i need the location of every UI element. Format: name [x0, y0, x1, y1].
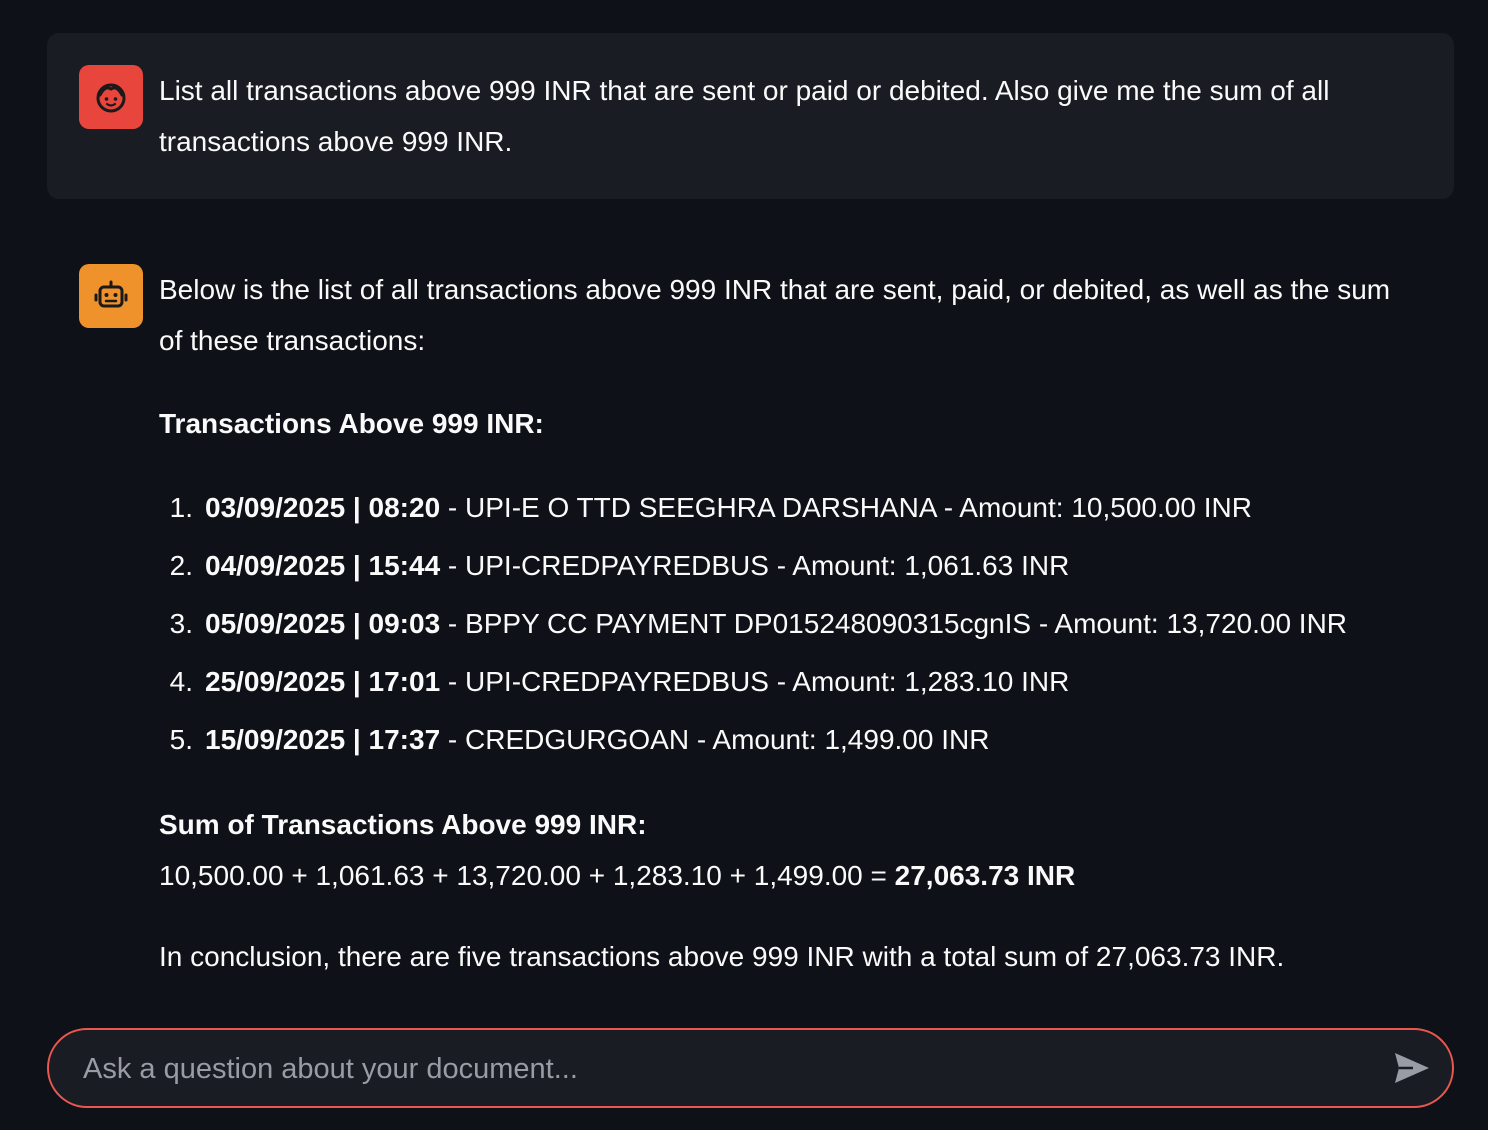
assistant-message: Below is the list of all transactions ab…	[47, 232, 1454, 992]
transaction-datetime: 25/09/2025 | 17:01	[205, 666, 441, 697]
user-avatar	[79, 65, 143, 129]
transaction-details: - UPI-CREDPAYREDBUS - Amount: 1,061.63 I…	[440, 550, 1070, 581]
transaction-datetime: 05/09/2025 | 09:03	[205, 608, 441, 639]
list-item: 5. 15/09/2025 | 17:37 - CREDGURGOAN - Amo…	[159, 711, 1414, 769]
robot-icon	[94, 280, 128, 308]
transactions-list: 1. 03/09/2025 | 08:20 - UPI-E O TTD SEEGH…	[159, 479, 1414, 769]
list-item-number: 3.	[169, 608, 193, 639]
transaction-details: - BPPY CC PAYMENT DP015248090315cgnIS - …	[440, 608, 1348, 639]
assistant-avatar	[79, 264, 143, 328]
send-icon	[1395, 1053, 1429, 1083]
list-item: 3. 05/09/2025 | 09:03 - BPPY CC PAYMENT D…	[159, 595, 1414, 653]
transaction-datetime: 04/09/2025 | 15:44	[205, 550, 441, 581]
user-message: List all transactions above 999 INR that…	[47, 33, 1454, 199]
chat-input-bar	[47, 1028, 1454, 1108]
assistant-message-content: Below is the list of all transactions ab…	[159, 264, 1414, 982]
chat-input[interactable]	[81, 1030, 1365, 1108]
transaction-details: - UPI-E O TTD SEEGHRA DARSHANA - Amount:…	[440, 492, 1252, 523]
send-button[interactable]	[1392, 1048, 1432, 1088]
list-item-number: 5.	[169, 724, 193, 755]
sum-total: 27,063.73 INR	[894, 860, 1076, 891]
list-item-number: 4.	[169, 666, 193, 697]
user-message-content: List all transactions above 999 INR that…	[159, 65, 1414, 167]
user-message-text: List all transactions above 999 INR that…	[159, 75, 1330, 157]
list-item: 4. 25/09/2025 | 17:01 - UPI-CREDPAYREDBUS…	[159, 653, 1414, 711]
transaction-datetime: 03/09/2025 | 08:20	[205, 492, 441, 523]
user-face-icon	[96, 83, 126, 113]
conclusion-text: In conclusion, there are five transactio…	[159, 941, 1285, 972]
list-item-number: 2.	[169, 550, 193, 581]
transaction-details: - CREDGURGOAN - Amount: 1,499.00 INR	[440, 724, 990, 755]
sum-expression: 10,500.00 + 1,061.63 + 13,720.00 + 1,283…	[159, 860, 895, 891]
list-item: 1. 03/09/2025 | 08:20 - UPI-E O TTD SEEGH…	[159, 479, 1414, 537]
transactions-heading: Transactions Above 999 INR:	[159, 408, 544, 439]
list-item: 2. 04/09/2025 | 15:44 - UPI-CREDPAYREDBUS…	[159, 537, 1414, 595]
list-item-number: 1.	[169, 492, 193, 523]
assistant-intro: Below is the list of all transactions ab…	[159, 274, 1391, 356]
sum-heading: Sum of Transactions Above 999 INR:	[159, 809, 647, 840]
transaction-datetime: 15/09/2025 | 17:37	[205, 724, 441, 755]
transaction-details: - UPI-CREDPAYREDBUS - Amount: 1,283.10 I…	[440, 666, 1070, 697]
sum-line: 10,500.00 + 1,061.63 + 13,720.00 + 1,283…	[159, 850, 1414, 901]
